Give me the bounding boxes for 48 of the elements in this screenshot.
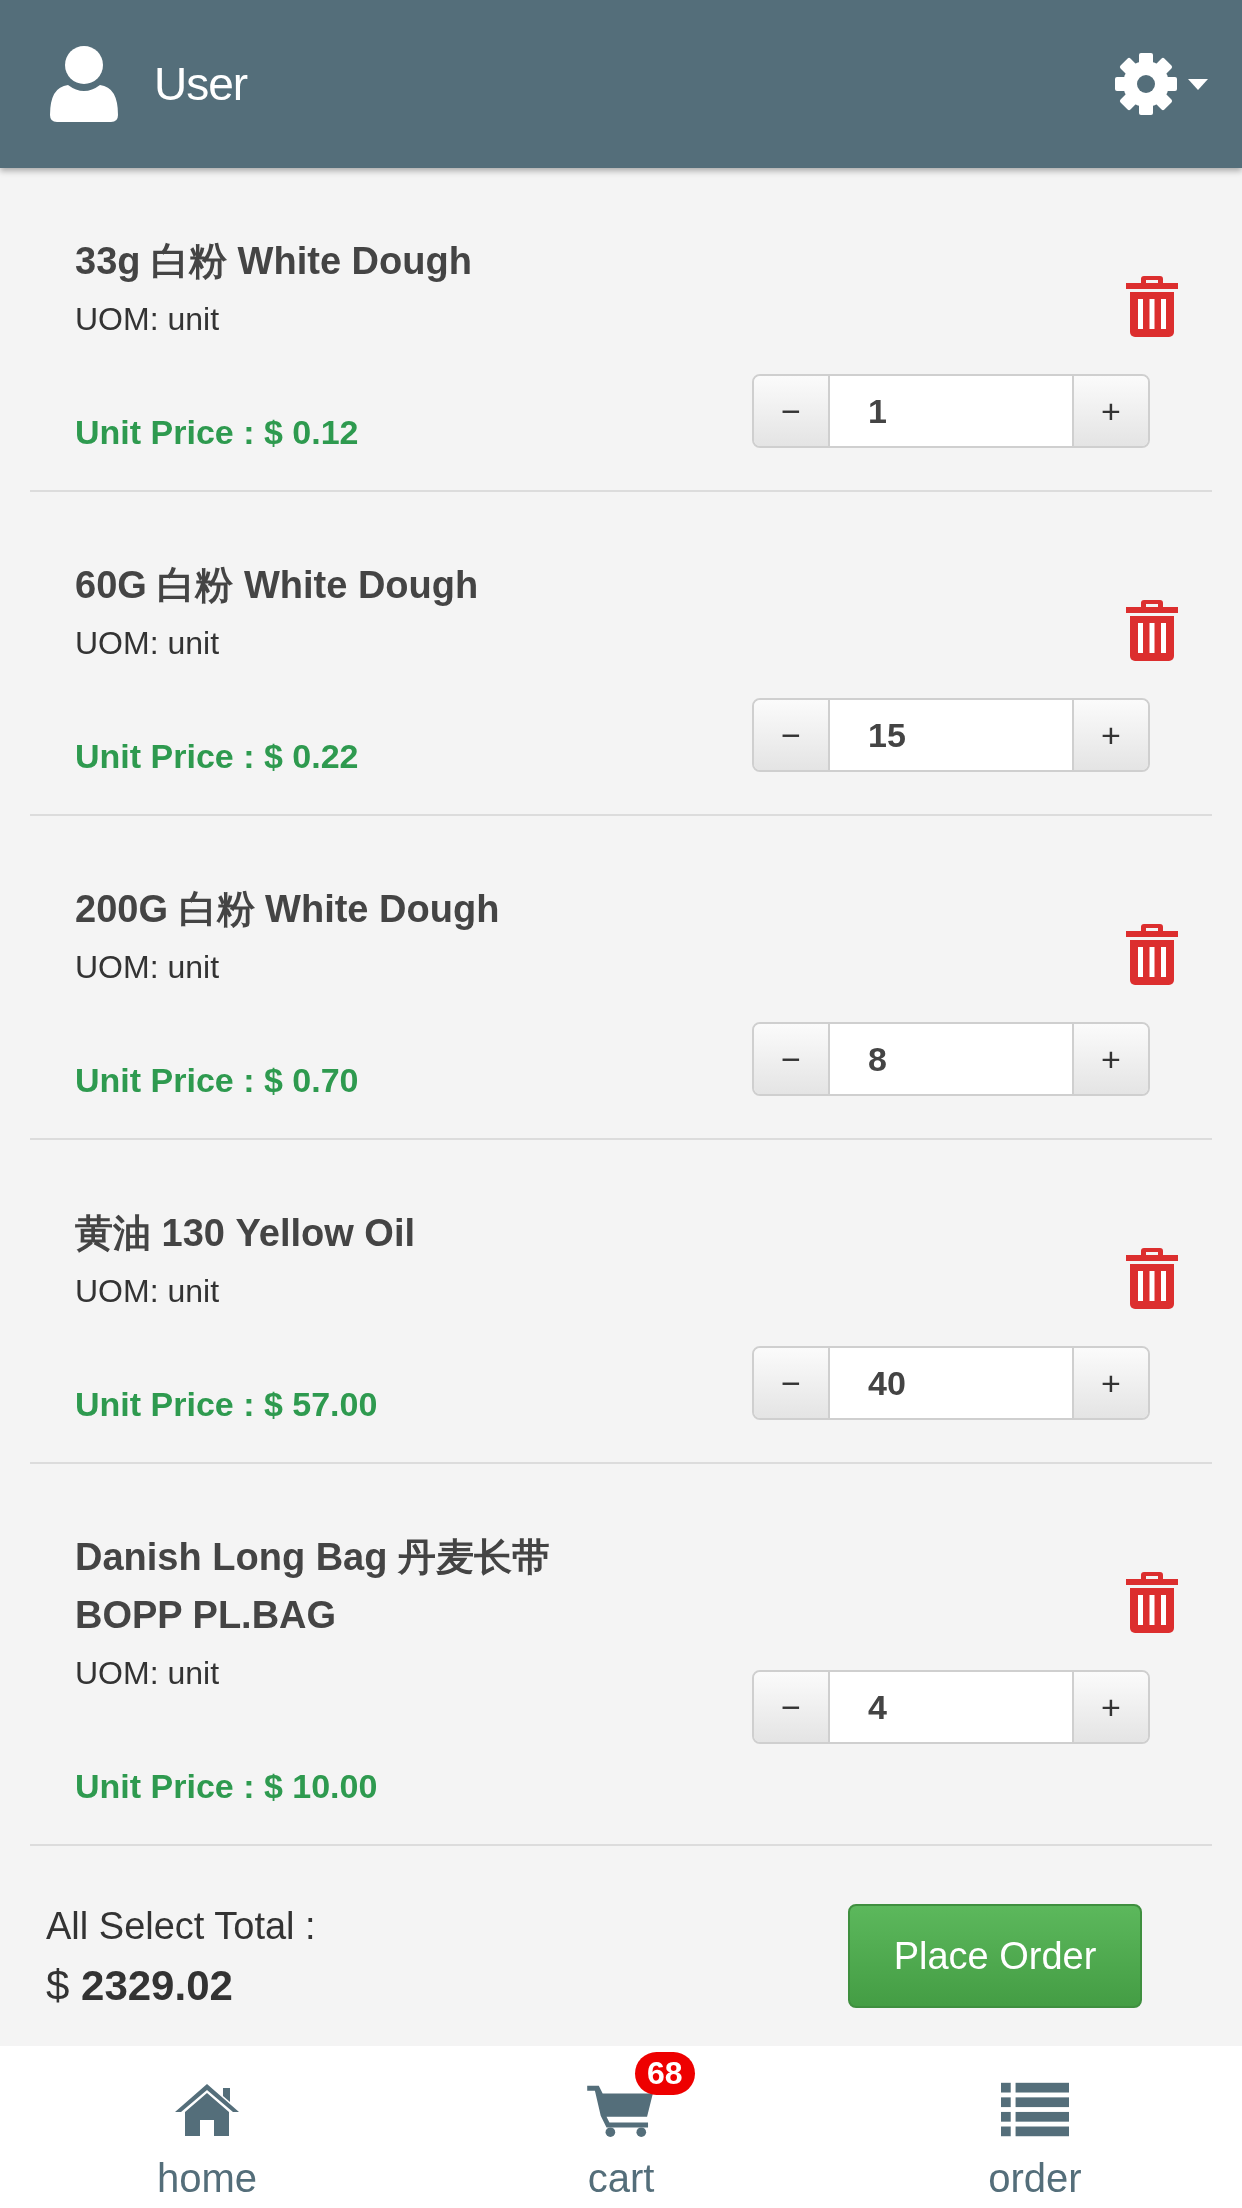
uom-text: UOM: unit xyxy=(75,300,221,339)
unit-price: Unit Price : $ 0.70 xyxy=(75,1060,360,1101)
decrease-button[interactable]: − xyxy=(754,376,828,446)
quantity-field[interactable]: 4 xyxy=(828,1672,1074,1742)
product-name: 200G 白粉 White Dough xyxy=(75,887,501,932)
total-label: All Select Total : xyxy=(46,1904,317,1949)
product-name: 60G 白粉 White Dough xyxy=(75,563,480,608)
header-title: User xyxy=(154,57,249,111)
cart-count-badge: 68 xyxy=(635,2052,695,2095)
settings-icon xyxy=(1114,52,1178,116)
nav-tab[interactable]: home xyxy=(57,2046,357,2208)
product-name: 33g 白粉 White Dough xyxy=(75,239,473,284)
trash-icon[interactable] xyxy=(1124,1570,1180,1634)
list-icon xyxy=(1001,2082,1069,2138)
trash-icon[interactable] xyxy=(1124,274,1180,338)
caret-icon xyxy=(1188,78,1208,90)
decrease-button[interactable]: − xyxy=(754,700,828,770)
decrease-button[interactable]: − xyxy=(754,1348,828,1418)
increase-button[interactable]: + xyxy=(1074,700,1148,770)
quantity-field[interactable]: 8 xyxy=(828,1024,1074,1094)
user-icon[interactable] xyxy=(48,45,120,123)
product-name: Danish Long Bag 丹麦长带 BOPP PL.BAG xyxy=(75,1535,551,1638)
decrease-button[interactable]: − xyxy=(754,1672,828,1742)
unit-price: Unit Price : $ 0.12 xyxy=(75,412,360,453)
unit-price: Unit Price : $ 10.00 xyxy=(75,1766,379,1807)
unit-price: Unit Price : $ 57.00 xyxy=(75,1384,379,1425)
increase-button[interactable]: + xyxy=(1074,376,1148,446)
total-amount: $ 2329.02 xyxy=(46,1961,234,2011)
uom-text: UOM: unit xyxy=(75,1654,221,1693)
quantity-field[interactable]: 15 xyxy=(828,700,1074,770)
quantity-field[interactable]: 1 xyxy=(828,376,1074,446)
quantity-field[interactable]: 40 xyxy=(828,1348,1074,1418)
uom-text: UOM: unit xyxy=(75,1272,221,1311)
home-icon xyxy=(173,2082,241,2138)
nav-tab[interactable]: order xyxy=(885,2046,1185,2208)
trash-icon[interactable] xyxy=(1124,922,1180,986)
increase-button[interactable]: + xyxy=(1074,1024,1148,1094)
nav-tab[interactable]: 68 cart xyxy=(471,2046,771,2208)
decrease-button[interactable]: − xyxy=(754,1024,828,1094)
trash-icon[interactable] xyxy=(1124,598,1180,662)
settings-button[interactable] xyxy=(1114,52,1208,116)
trash-icon[interactable] xyxy=(1124,1246,1180,1310)
product-name: 黄油 130 Yellow Oil xyxy=(75,1211,416,1256)
uom-text: UOM: unit xyxy=(75,624,221,663)
increase-button[interactable]: + xyxy=(1074,1672,1148,1742)
increase-button[interactable]: + xyxy=(1074,1348,1148,1418)
uom-text: UOM: unit xyxy=(75,948,221,987)
unit-price: Unit Price : $ 0.22 xyxy=(75,736,360,777)
